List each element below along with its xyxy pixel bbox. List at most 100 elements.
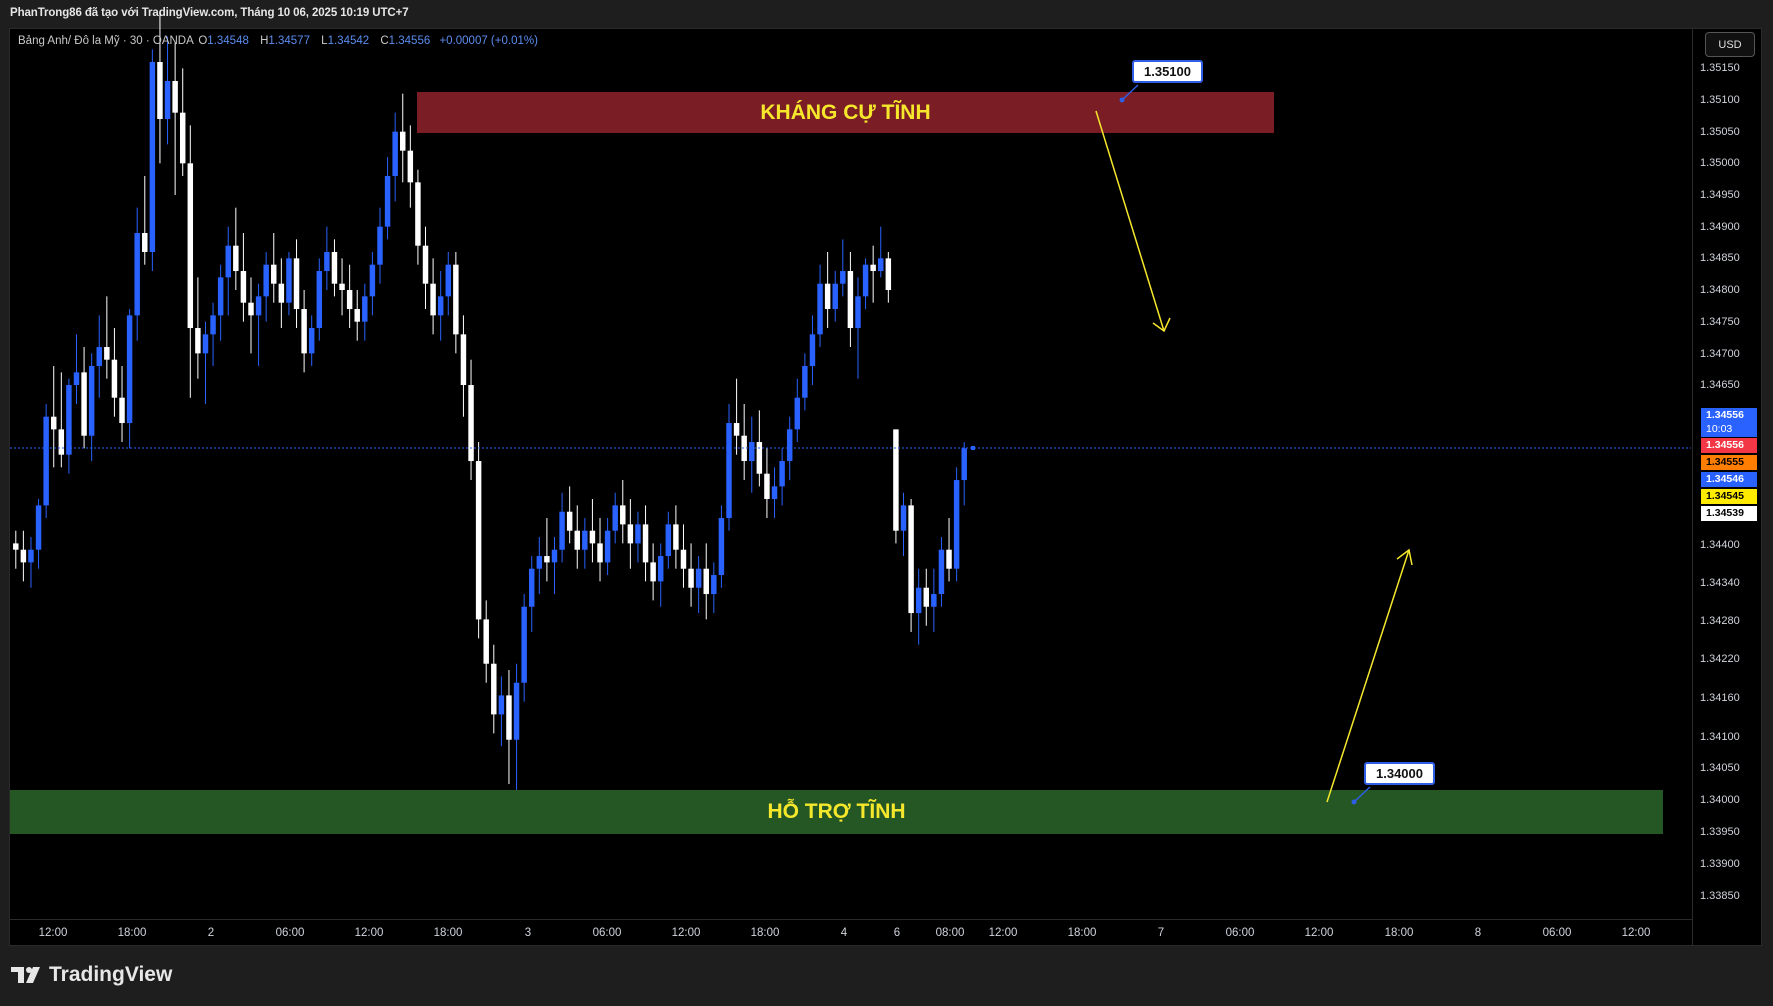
candle-body bbox=[96, 347, 102, 367]
candle-body bbox=[802, 366, 808, 398]
bar-countdown: 10:03 bbox=[1706, 423, 1733, 435]
candle-body bbox=[240, 271, 247, 303]
resistance-zone-label: KHÁNG CỰ TĨNH bbox=[760, 100, 931, 124]
candle-body bbox=[809, 334, 816, 367]
candle-body bbox=[384, 176, 391, 227]
candle-body bbox=[779, 461, 785, 487]
tradingview-logo[interactable]: TradingView bbox=[11, 963, 172, 987]
price-tick: 1.33950 bbox=[1700, 826, 1740, 838]
symbol-name[interactable]: Bảng Anh/ Đô la Mỹ · 30 · OANDA bbox=[18, 35, 193, 47]
candle-body bbox=[627, 524, 634, 544]
candle-body bbox=[491, 663, 497, 715]
price-tick: 1.34650 bbox=[1700, 379, 1740, 391]
candle-body bbox=[908, 505, 914, 614]
candle-body bbox=[824, 283, 831, 310]
candle-body bbox=[946, 549, 952, 569]
footer bbox=[0, 946, 1773, 1006]
candle-body bbox=[771, 486, 778, 500]
candle-body bbox=[301, 309, 307, 354]
time-tick: 2 bbox=[207, 927, 215, 939]
price-tick: 1.34400 bbox=[1700, 539, 1740, 551]
time-tick: 06:00 bbox=[1542, 927, 1572, 939]
candle-body bbox=[695, 568, 702, 588]
candle-body bbox=[544, 556, 550, 563]
candle-body bbox=[111, 359, 118, 398]
last-price-badge[interactable]: 1.34556 10:03 bbox=[1701, 408, 1757, 437]
price-badge: 1.34546 bbox=[1701, 472, 1757, 487]
resistance-price-callout[interactable]: 1.35100 bbox=[1132, 60, 1203, 83]
candle-body bbox=[104, 347, 110, 360]
candle-body bbox=[855, 296, 861, 329]
candlestick-chart[interactable] bbox=[0, 0, 1773, 1006]
currency-button[interactable]: USD bbox=[1705, 32, 1755, 57]
candle-body bbox=[202, 334, 209, 354]
candle-body bbox=[961, 448, 967, 481]
candle-body bbox=[566, 511, 573, 531]
candle-body bbox=[400, 131, 406, 151]
close-value: 1.34556 bbox=[388, 35, 431, 47]
close-label: C bbox=[380, 35, 389, 47]
candle-body bbox=[263, 264, 269, 297]
price-tick: 1.35000 bbox=[1700, 157, 1740, 169]
open-value: 1.34548 bbox=[207, 35, 249, 47]
price-tick: 1.35100 bbox=[1700, 94, 1740, 106]
candle-body bbox=[407, 150, 414, 183]
time-tick: 18:00 bbox=[433, 927, 463, 939]
time-tick: 12:00 bbox=[671, 927, 701, 939]
candle-body bbox=[521, 606, 527, 683]
candle-body bbox=[324, 252, 330, 272]
candle-body bbox=[278, 283, 285, 303]
candle-body bbox=[817, 283, 823, 335]
candle-body bbox=[650, 562, 656, 582]
candle-body bbox=[453, 264, 459, 335]
price-tick: 1.34850 bbox=[1700, 252, 1740, 264]
candle-body bbox=[483, 619, 489, 664]
resistance-zone[interactable]: KHÁNG CỰ TĨNH bbox=[417, 92, 1274, 133]
time-tick: 3 bbox=[524, 927, 532, 939]
candle-body bbox=[81, 372, 87, 436]
price-badge: 1.34539 bbox=[1701, 506, 1757, 521]
price-tick: 1.33900 bbox=[1700, 858, 1740, 870]
candle-body bbox=[923, 587, 930, 607]
price-badge: 1.34555 bbox=[1701, 455, 1757, 470]
candle-body bbox=[172, 80, 178, 113]
candle-body bbox=[900, 505, 907, 531]
candle-body bbox=[437, 296, 444, 316]
candle-body bbox=[870, 264, 876, 272]
candle-body bbox=[225, 245, 231, 278]
candle-body bbox=[559, 511, 565, 550]
candle-body bbox=[369, 264, 376, 297]
time-tick: 8 bbox=[1474, 927, 1482, 939]
time-tick: 12:00 bbox=[1304, 927, 1334, 939]
price-tick: 1.34950 bbox=[1700, 189, 1740, 201]
candle-body bbox=[362, 296, 368, 322]
price-tick: 1.34800 bbox=[1700, 284, 1740, 296]
time-tick: 18:00 bbox=[117, 927, 147, 939]
candle-body bbox=[794, 397, 801, 430]
candle-body bbox=[157, 61, 163, 120]
candle-body bbox=[73, 372, 80, 386]
support-zone[interactable]: HỖ TRỢ TĨNH bbox=[10, 790, 1663, 834]
price-tick: 1.34280 bbox=[1700, 615, 1740, 627]
candle-body bbox=[346, 290, 353, 310]
candle-body bbox=[764, 473, 770, 500]
price-tick: 1.34340 bbox=[1700, 577, 1740, 589]
candle-body bbox=[271, 264, 277, 284]
candle-body bbox=[217, 277, 224, 316]
price-tick: 1.34700 bbox=[1700, 348, 1740, 360]
candle-body bbox=[13, 543, 19, 550]
candle-body bbox=[149, 61, 156, 253]
candle-body bbox=[688, 568, 694, 588]
candle-body bbox=[915, 587, 922, 614]
time-axis[interactable] bbox=[9, 919, 1692, 946]
candle-body bbox=[126, 315, 133, 424]
time-tick: 06:00 bbox=[592, 927, 622, 939]
candle-body bbox=[339, 283, 345, 291]
price-tick: 1.34050 bbox=[1700, 762, 1740, 774]
candle-body bbox=[422, 245, 429, 284]
support-price-callout[interactable]: 1.34000 bbox=[1364, 762, 1435, 785]
time-tick: 4 bbox=[840, 927, 848, 939]
tradingview-logo-text: TradingView bbox=[49, 963, 173, 986]
candle-body bbox=[786, 429, 793, 462]
candle-body bbox=[574, 530, 580, 550]
